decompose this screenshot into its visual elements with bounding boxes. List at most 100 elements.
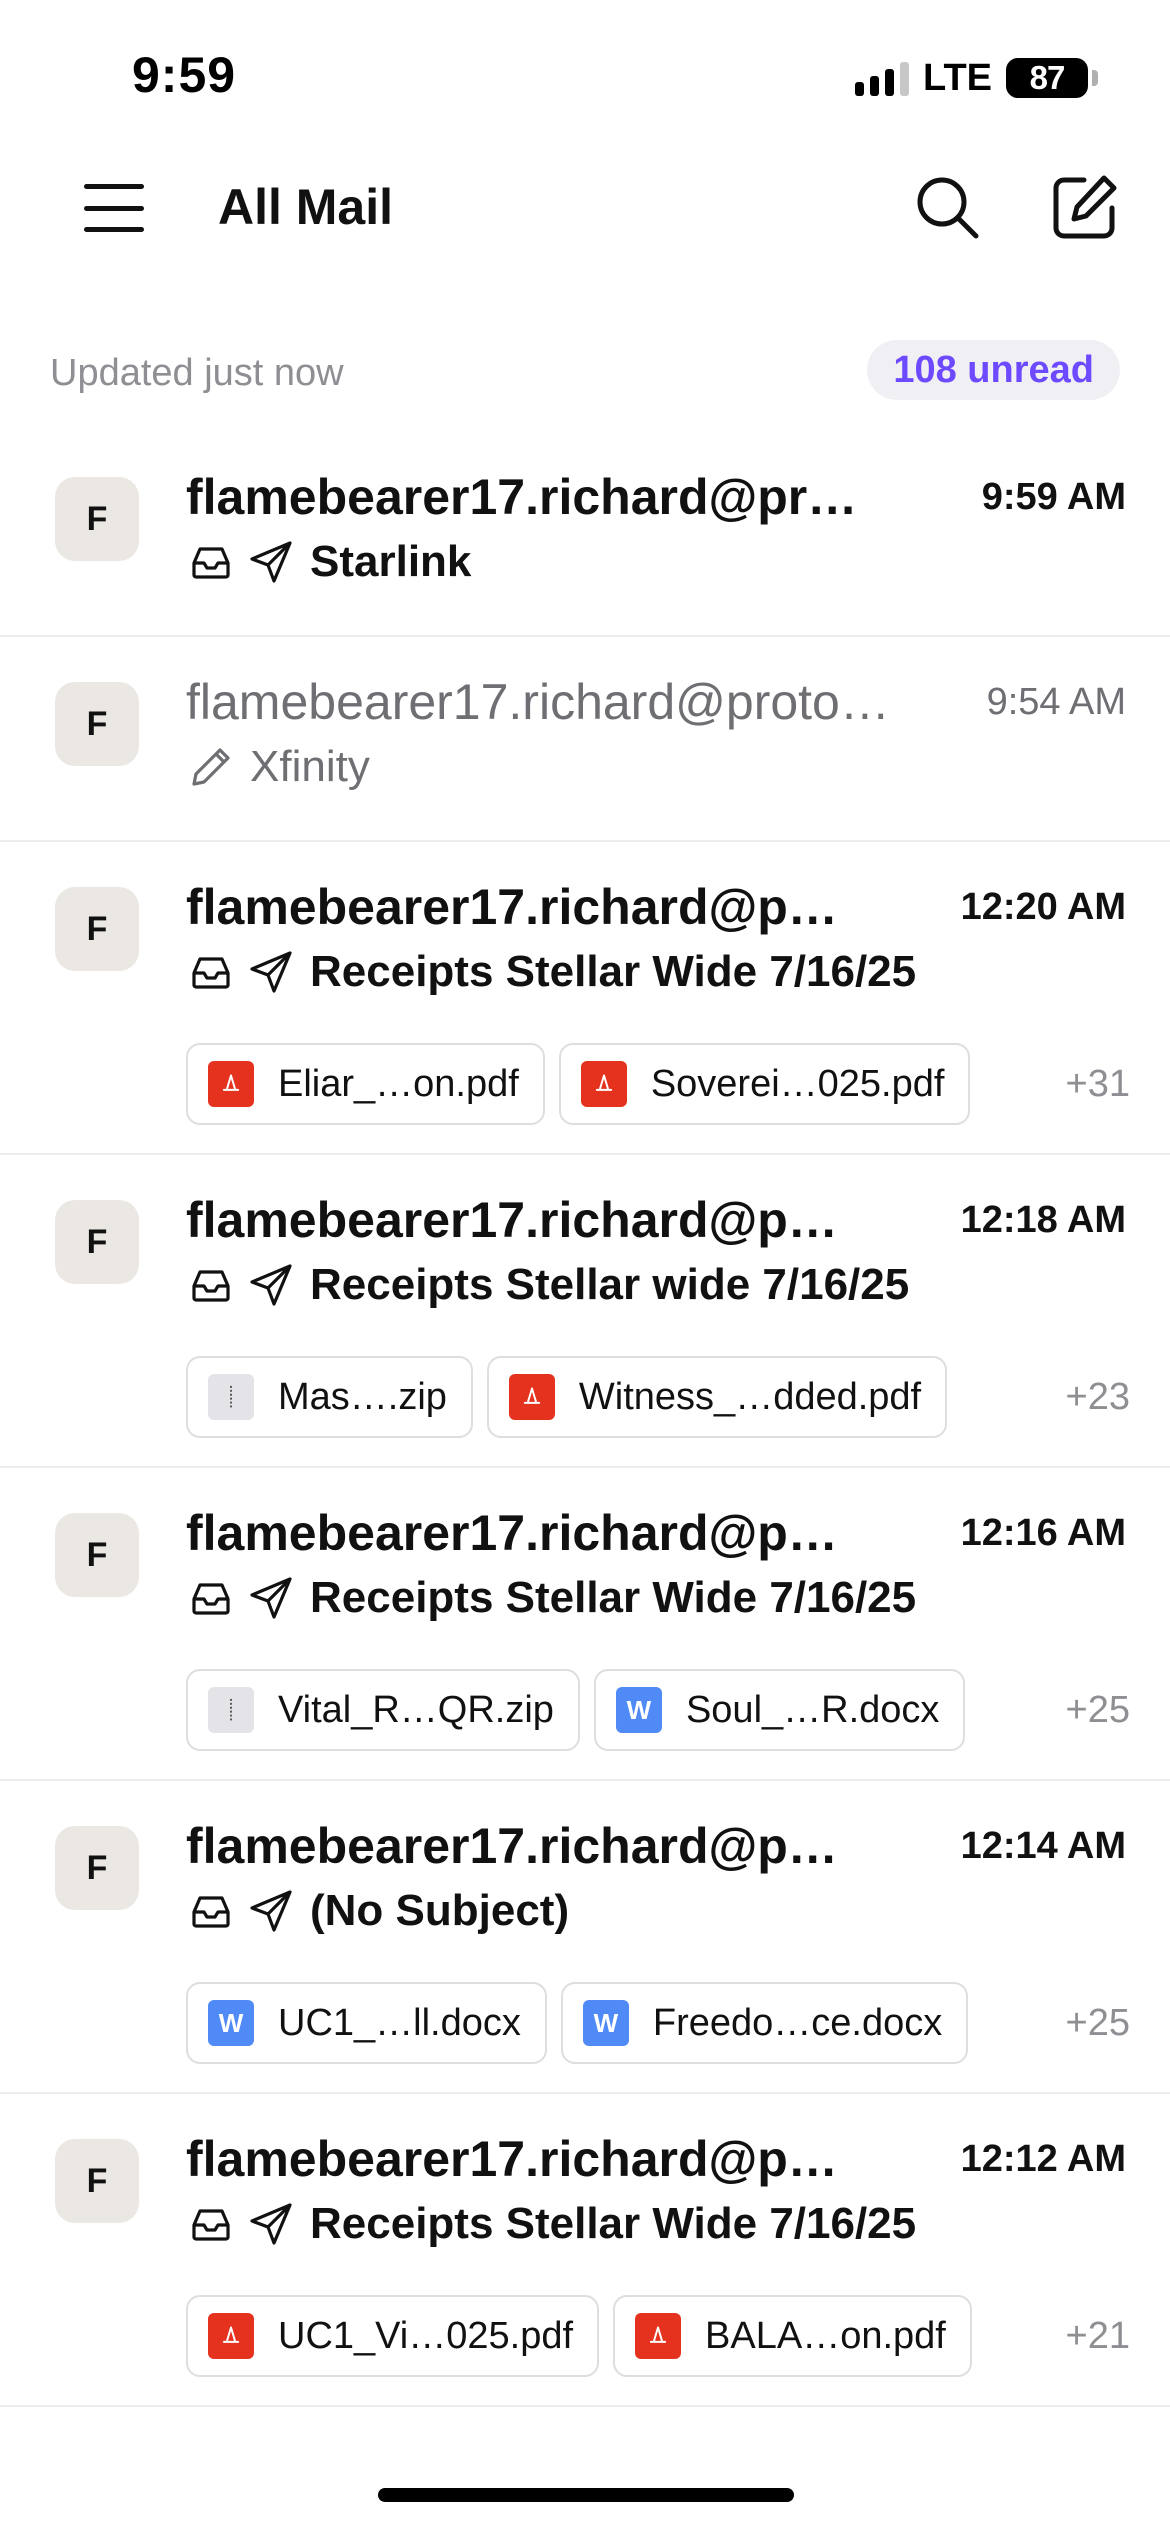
unread-filter-badge[interactable]: 108 unread: [867, 340, 1120, 400]
sender-avatar: F: [55, 1200, 139, 1284]
attachment-chip[interactable]: Witness_…dded.pdf: [486, 1356, 948, 1438]
inbox-icon: [186, 947, 236, 997]
mail-item[interactable]: Fflamebearer17.richard@pr… 9:59 AM Starlin…: [0, 432, 1170, 637]
attachment-name: UC1_…ll.docx: [278, 2001, 521, 2044]
attachment-chip[interactable]: W Soul_…R.docx: [593, 1669, 966, 1751]
attachment-row: Mas….zip Witness_…dded.pdf +23: [186, 1355, 1130, 1439]
sent-icon: [246, 537, 296, 587]
attachment-chip[interactable]: UC1_Vi…025.pdf: [186, 2295, 600, 2377]
sender-avatar: F: [55, 1513, 139, 1597]
sender-avatar: F: [55, 887, 139, 971]
subject-row: Xfinity: [186, 737, 370, 797]
mail-subject: Receipts Stellar Wide 7/16/25: [310, 1573, 917, 1622]
attachment-name: Soverei…025.pdf: [650, 1062, 945, 1105]
home-indicator[interactable]: [378, 2488, 794, 2502]
attachment-chip[interactable]: W Freedo…ce.docx: [560, 1982, 969, 2064]
attachment-name: UC1_Vi…025.pdf: [278, 2314, 574, 2357]
sender-address: flamebearer17.richard@p…: [186, 1192, 838, 1248]
attachment-row: Eliar_…on.pdf Soverei…025.pdf +31: [186, 1042, 1130, 1126]
mail-time: 9:54 AM: [986, 681, 1126, 723]
mail-subject: Receipts Stellar Wide 7/16/25: [310, 947, 917, 996]
attachment-name: Freedo…ce.docx: [652, 2001, 943, 2044]
pdf-file-icon: [208, 1061, 254, 1107]
app-header: All Mail: [0, 150, 1170, 270]
subject-row: Receipts Stellar Wide 7/16/25: [186, 2194, 916, 2254]
more-attachments-count[interactable]: +25: [1066, 1689, 1130, 1732]
inbox-icon: [186, 1573, 236, 1623]
attachment-name: Soul_…R.docx: [685, 1688, 940, 1731]
draft-pencil-icon: [186, 742, 236, 792]
doc-file-icon: W: [615, 1687, 662, 1733]
zip-file-icon: [208, 1374, 254, 1420]
compose-icon[interactable]: [1050, 172, 1120, 242]
battery-level: 87: [1029, 59, 1066, 96]
mail-subject: Xfinity: [250, 742, 370, 791]
pdf-file-icon: [635, 2313, 682, 2359]
mail-item[interactable]: Fflamebearer17.richard@p… 12:12 AM Receipt…: [0, 2094, 1170, 2407]
sender-avatar: F: [55, 1826, 139, 1910]
sender-avatar: F: [55, 477, 139, 561]
mail-time: 12:12 AM: [960, 2138, 1126, 2180]
mail-item[interactable]: Fflamebearer17.richard@p… 12:14 AM (No Sub…: [0, 1781, 1170, 2094]
mail-time: 12:18 AM: [960, 1199, 1126, 1241]
attachment-name: BALA…on.pdf: [705, 2314, 946, 2357]
updated-status: Updated just now: [50, 352, 344, 394]
subject-row: Receipts Stellar Wide 7/16/25: [186, 1568, 916, 1628]
attachment-name: Vital_R…QR.zip: [278, 1688, 554, 1731]
mail-item[interactable]: Fflamebearer17.richard@p… 12:16 AM Receipt…: [0, 1468, 1170, 1781]
zip-file-icon: [208, 1687, 254, 1733]
menu-icon[interactable]: [84, 180, 144, 236]
mail-item[interactable]: Fflamebearer17.richard@p… 12:18 AM Receipt…: [0, 1155, 1170, 1468]
more-attachments-count[interactable]: +25: [1066, 2002, 1130, 2045]
sender-address: flamebearer17.richard@p…: [186, 1818, 838, 1874]
subject-row: Receipts Stellar wide 7/16/25: [186, 1255, 909, 1315]
inbox-icon: [186, 1886, 236, 1936]
sender-address: flamebearer17.richard@pr…: [186, 469, 858, 525]
mail-subject: Receipts Stellar Wide 7/16/25: [310, 2199, 917, 2248]
mail-item[interactable]: Fflamebearer17.richard@proto… 9:54 AM Xfin…: [0, 637, 1170, 842]
attachment-row: Vital_R…QR.zip W Soul_…R.docx +25: [186, 1668, 1130, 1752]
more-attachments-count[interactable]: +23: [1066, 1376, 1130, 1419]
subject-row: Receipts Stellar Wide 7/16/25: [186, 942, 916, 1002]
attachment-chip[interactable]: Mas….zip: [186, 1356, 473, 1438]
inbox-icon: [186, 2199, 236, 2249]
mail-list: Fflamebearer17.richard@pr… 9:59 AM Starlin…: [0, 432, 1170, 2407]
page-title: All Mail: [218, 179, 394, 235]
sender-address: flamebearer17.richard@proto…: [186, 674, 890, 730]
pdf-file-icon: [580, 1061, 627, 1107]
attachment-row: W UC1_…ll.docx W Freedo…ce.docx +25: [186, 1981, 1130, 2065]
attachment-chip[interactable]: Vital_R…QR.zip: [186, 1669, 580, 1751]
search-icon[interactable]: [912, 172, 982, 242]
inbox-icon: [186, 537, 236, 587]
sender-avatar: F: [55, 2139, 139, 2223]
attachment-chip[interactable]: Soverei…025.pdf: [558, 1043, 971, 1125]
mail-time: 12:14 AM: [960, 1825, 1126, 1867]
sender-address: flamebearer17.richard@p…: [186, 2131, 838, 2187]
status-indicators: LTE 87: [855, 56, 1098, 100]
sent-icon: [246, 1886, 296, 1936]
sent-icon: [246, 2199, 296, 2249]
attachment-row: UC1_Vi…025.pdf BALA…on.pdf +21: [186, 2294, 1130, 2378]
mail-subject: Starlink: [310, 537, 472, 586]
sender-avatar: F: [55, 682, 139, 766]
mail-item[interactable]: Fflamebearer17.richard@p… 12:20 AM Receipt…: [0, 842, 1170, 1155]
subject-row: (No Subject): [186, 1881, 569, 1941]
inbox-icon: [186, 1260, 236, 1310]
mail-time: 9:59 AM: [981, 476, 1126, 518]
status-bar: 9:59 LTE 87: [0, 0, 1170, 150]
sent-icon: [246, 1573, 296, 1623]
sender-address: flamebearer17.richard@p…: [186, 1505, 838, 1561]
more-attachments-count[interactable]: +31: [1066, 1063, 1130, 1106]
cellular-signal-icon: [855, 60, 910, 96]
attachment-name: Mas….zip: [278, 1375, 447, 1418]
more-attachments-count[interactable]: +21: [1066, 2315, 1130, 2358]
doc-file-icon: W: [208, 2000, 254, 2046]
attachment-chip[interactable]: BALA…on.pdf: [613, 2295, 972, 2377]
sender-address: flamebearer17.richard@p…: [186, 879, 838, 935]
attachment-name: Witness_…dded.pdf: [578, 1375, 922, 1418]
mail-time: 12:20 AM: [960, 886, 1126, 928]
mail-subject: Receipts Stellar wide 7/16/25: [310, 1260, 910, 1309]
mail-time: 12:16 AM: [960, 1512, 1126, 1554]
attachment-chip[interactable]: W UC1_…ll.docx: [186, 1982, 547, 2064]
attachment-chip[interactable]: Eliar_…on.pdf: [186, 1043, 545, 1125]
